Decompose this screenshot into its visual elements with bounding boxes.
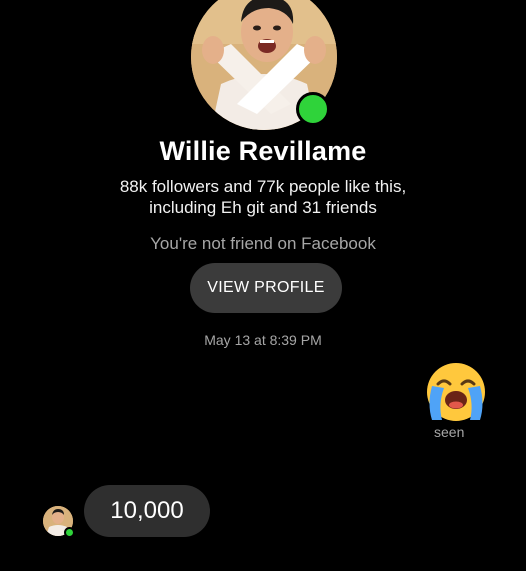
contact-mutual-friends-info: including Eh git and 31 friends [149,198,377,217]
friend-status-text: You're not friend on Facebook [150,234,376,253]
contact-followers-info: 88k followers and 77k people like this, [119,177,407,196]
contact-name: Willie Revillame [159,136,367,166]
contact-online-indicator [64,527,75,538]
message-seen-status: seen [434,424,465,440]
conversation-timestamp: May 13 at 8:39 PM [204,332,322,348]
online-status-indicator [296,92,330,126]
received-message-bubble[interactable]: 10,000 [84,485,210,537]
loudly-crying-face-icon [427,363,485,421]
view-profile-button[interactable]: VIEW PROFILE [190,263,342,313]
crying-face-emoji-message[interactable] [424,360,488,424]
